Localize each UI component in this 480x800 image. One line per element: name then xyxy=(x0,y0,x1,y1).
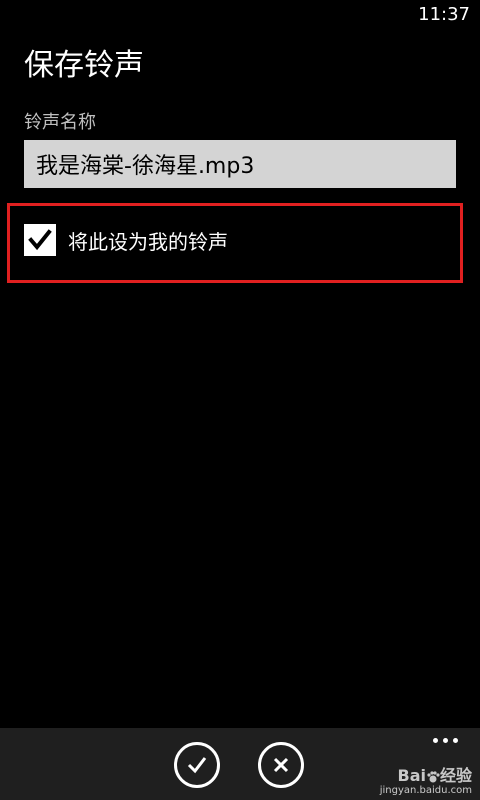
watermark-text-a: Bai xyxy=(397,766,426,785)
close-icon xyxy=(273,757,289,773)
status-time: 11:37 xyxy=(418,4,470,25)
watermark-text-b: 经验 xyxy=(439,766,472,785)
paw-icon xyxy=(427,770,440,782)
check-icon xyxy=(187,757,207,774)
more-dot-icon xyxy=(433,738,438,743)
baidu-watermark: Bai 经验 jingyan.baidu.com xyxy=(380,768,472,796)
check-icon xyxy=(28,229,52,251)
set-as-ringtone-option[interactable]: 将此设为我的铃声 xyxy=(24,222,228,258)
set-as-ringtone-label: 将此设为我的铃声 xyxy=(68,229,228,254)
set-as-ringtone-checkbox[interactable] xyxy=(24,224,56,256)
more-dot-icon xyxy=(443,738,448,743)
more-options-button[interactable] xyxy=(433,738,458,743)
cancel-button[interactable] xyxy=(258,742,304,788)
save-button[interactable] xyxy=(174,742,220,788)
ringtone-name-input[interactable] xyxy=(24,140,456,188)
more-dot-icon xyxy=(453,738,458,743)
app-bar: Bai 经验 jingyan.baidu.com xyxy=(0,728,480,800)
ringtone-name-label: 铃声名称 xyxy=(24,112,96,133)
watermark-url: jingyan.baidu.com xyxy=(379,785,472,796)
page-title: 保存铃声 xyxy=(24,48,144,83)
